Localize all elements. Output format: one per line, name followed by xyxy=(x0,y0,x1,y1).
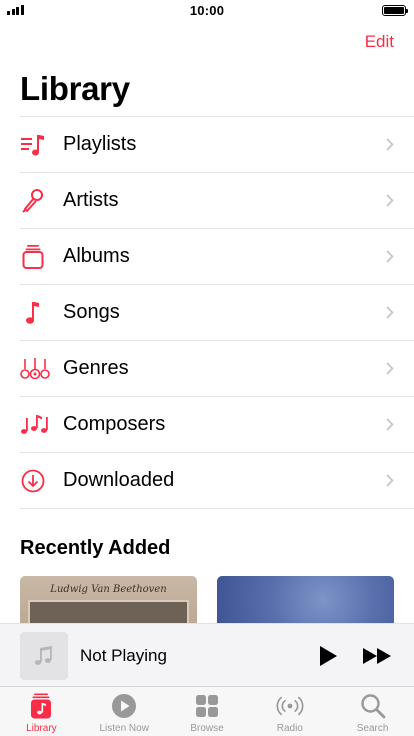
library-item-label: Artists xyxy=(63,189,119,211)
tab-label: Search xyxy=(356,723,389,734)
page-title: Library xyxy=(20,70,130,107)
download-circle-icon xyxy=(20,453,63,509)
music-note-placeholder-icon xyxy=(35,646,52,665)
tab-label: Browse xyxy=(190,723,224,734)
library-item-downloaded[interactable]: Downloaded xyxy=(20,453,414,509)
guitars-icon xyxy=(20,341,63,397)
tab-label: Listen Now xyxy=(99,723,149,734)
status-bar: 10:00 xyxy=(0,0,414,20)
tab-radio[interactable]: Radio xyxy=(248,687,331,736)
tab-listen-now[interactable]: Listen Now xyxy=(83,687,166,736)
edit-button[interactable]: Edit xyxy=(365,32,394,52)
library-item-label: Composers xyxy=(63,413,166,435)
radio-waves-icon xyxy=(276,692,304,720)
now-playing-title: Not Playing xyxy=(80,646,167,665)
library-item-label: Genres xyxy=(63,357,129,379)
mini-player-artwork xyxy=(20,632,68,680)
play-icon[interactable] xyxy=(318,645,338,667)
tab-label: Radio xyxy=(276,723,303,734)
music-notes-icon xyxy=(20,397,63,453)
status-time: 10:00 xyxy=(189,3,225,18)
music-note-icon xyxy=(20,285,63,341)
chevron-right-icon xyxy=(386,306,394,319)
mini-player[interactable]: Not Playing xyxy=(0,623,414,687)
chevron-right-icon xyxy=(386,138,394,151)
microphone-icon xyxy=(20,173,63,229)
tab-bar: Library Listen Now Browse Radio Search xyxy=(0,687,414,736)
library-icon xyxy=(27,692,55,720)
battery-icon xyxy=(382,5,408,16)
play-circle-icon xyxy=(110,692,138,720)
library-item-playlists[interactable]: Playlists xyxy=(20,117,414,173)
recently-added-heading: Recently Added xyxy=(20,537,171,559)
chevron-right-icon xyxy=(386,418,394,431)
chevron-right-icon xyxy=(386,474,394,487)
tab-label: Library xyxy=(26,723,57,734)
library-list: Playlists Artists Albums Songs Genres Co… xyxy=(20,116,414,509)
tab-browse[interactable]: Browse xyxy=(166,687,249,736)
grid-icon xyxy=(193,692,221,720)
chevron-right-icon xyxy=(386,362,394,375)
library-item-composers[interactable]: Composers xyxy=(20,397,414,453)
library-item-label: Playlists xyxy=(63,133,137,155)
album-cover-text: Ludwig Van Beethoven xyxy=(50,584,167,595)
library-item-label: Albums xyxy=(63,245,130,267)
library-item-songs[interactable]: Songs xyxy=(20,285,414,341)
library-item-albums[interactable]: Albums xyxy=(20,229,414,285)
album-stack-icon xyxy=(20,229,63,285)
library-item-label: Downloaded xyxy=(63,469,175,491)
playlist-icon xyxy=(20,117,63,173)
library-item-genres[interactable]: Genres xyxy=(20,341,414,397)
tab-search[interactable]: Search xyxy=(331,687,414,736)
magnifier-icon xyxy=(359,692,387,720)
library-item-label: Songs xyxy=(63,301,120,323)
tab-library[interactable]: Library xyxy=(0,687,83,736)
chevron-right-icon xyxy=(386,250,394,263)
chevron-right-icon xyxy=(386,194,394,207)
fast-forward-icon[interactable] xyxy=(362,646,394,666)
library-item-artists[interactable]: Artists xyxy=(20,173,414,229)
